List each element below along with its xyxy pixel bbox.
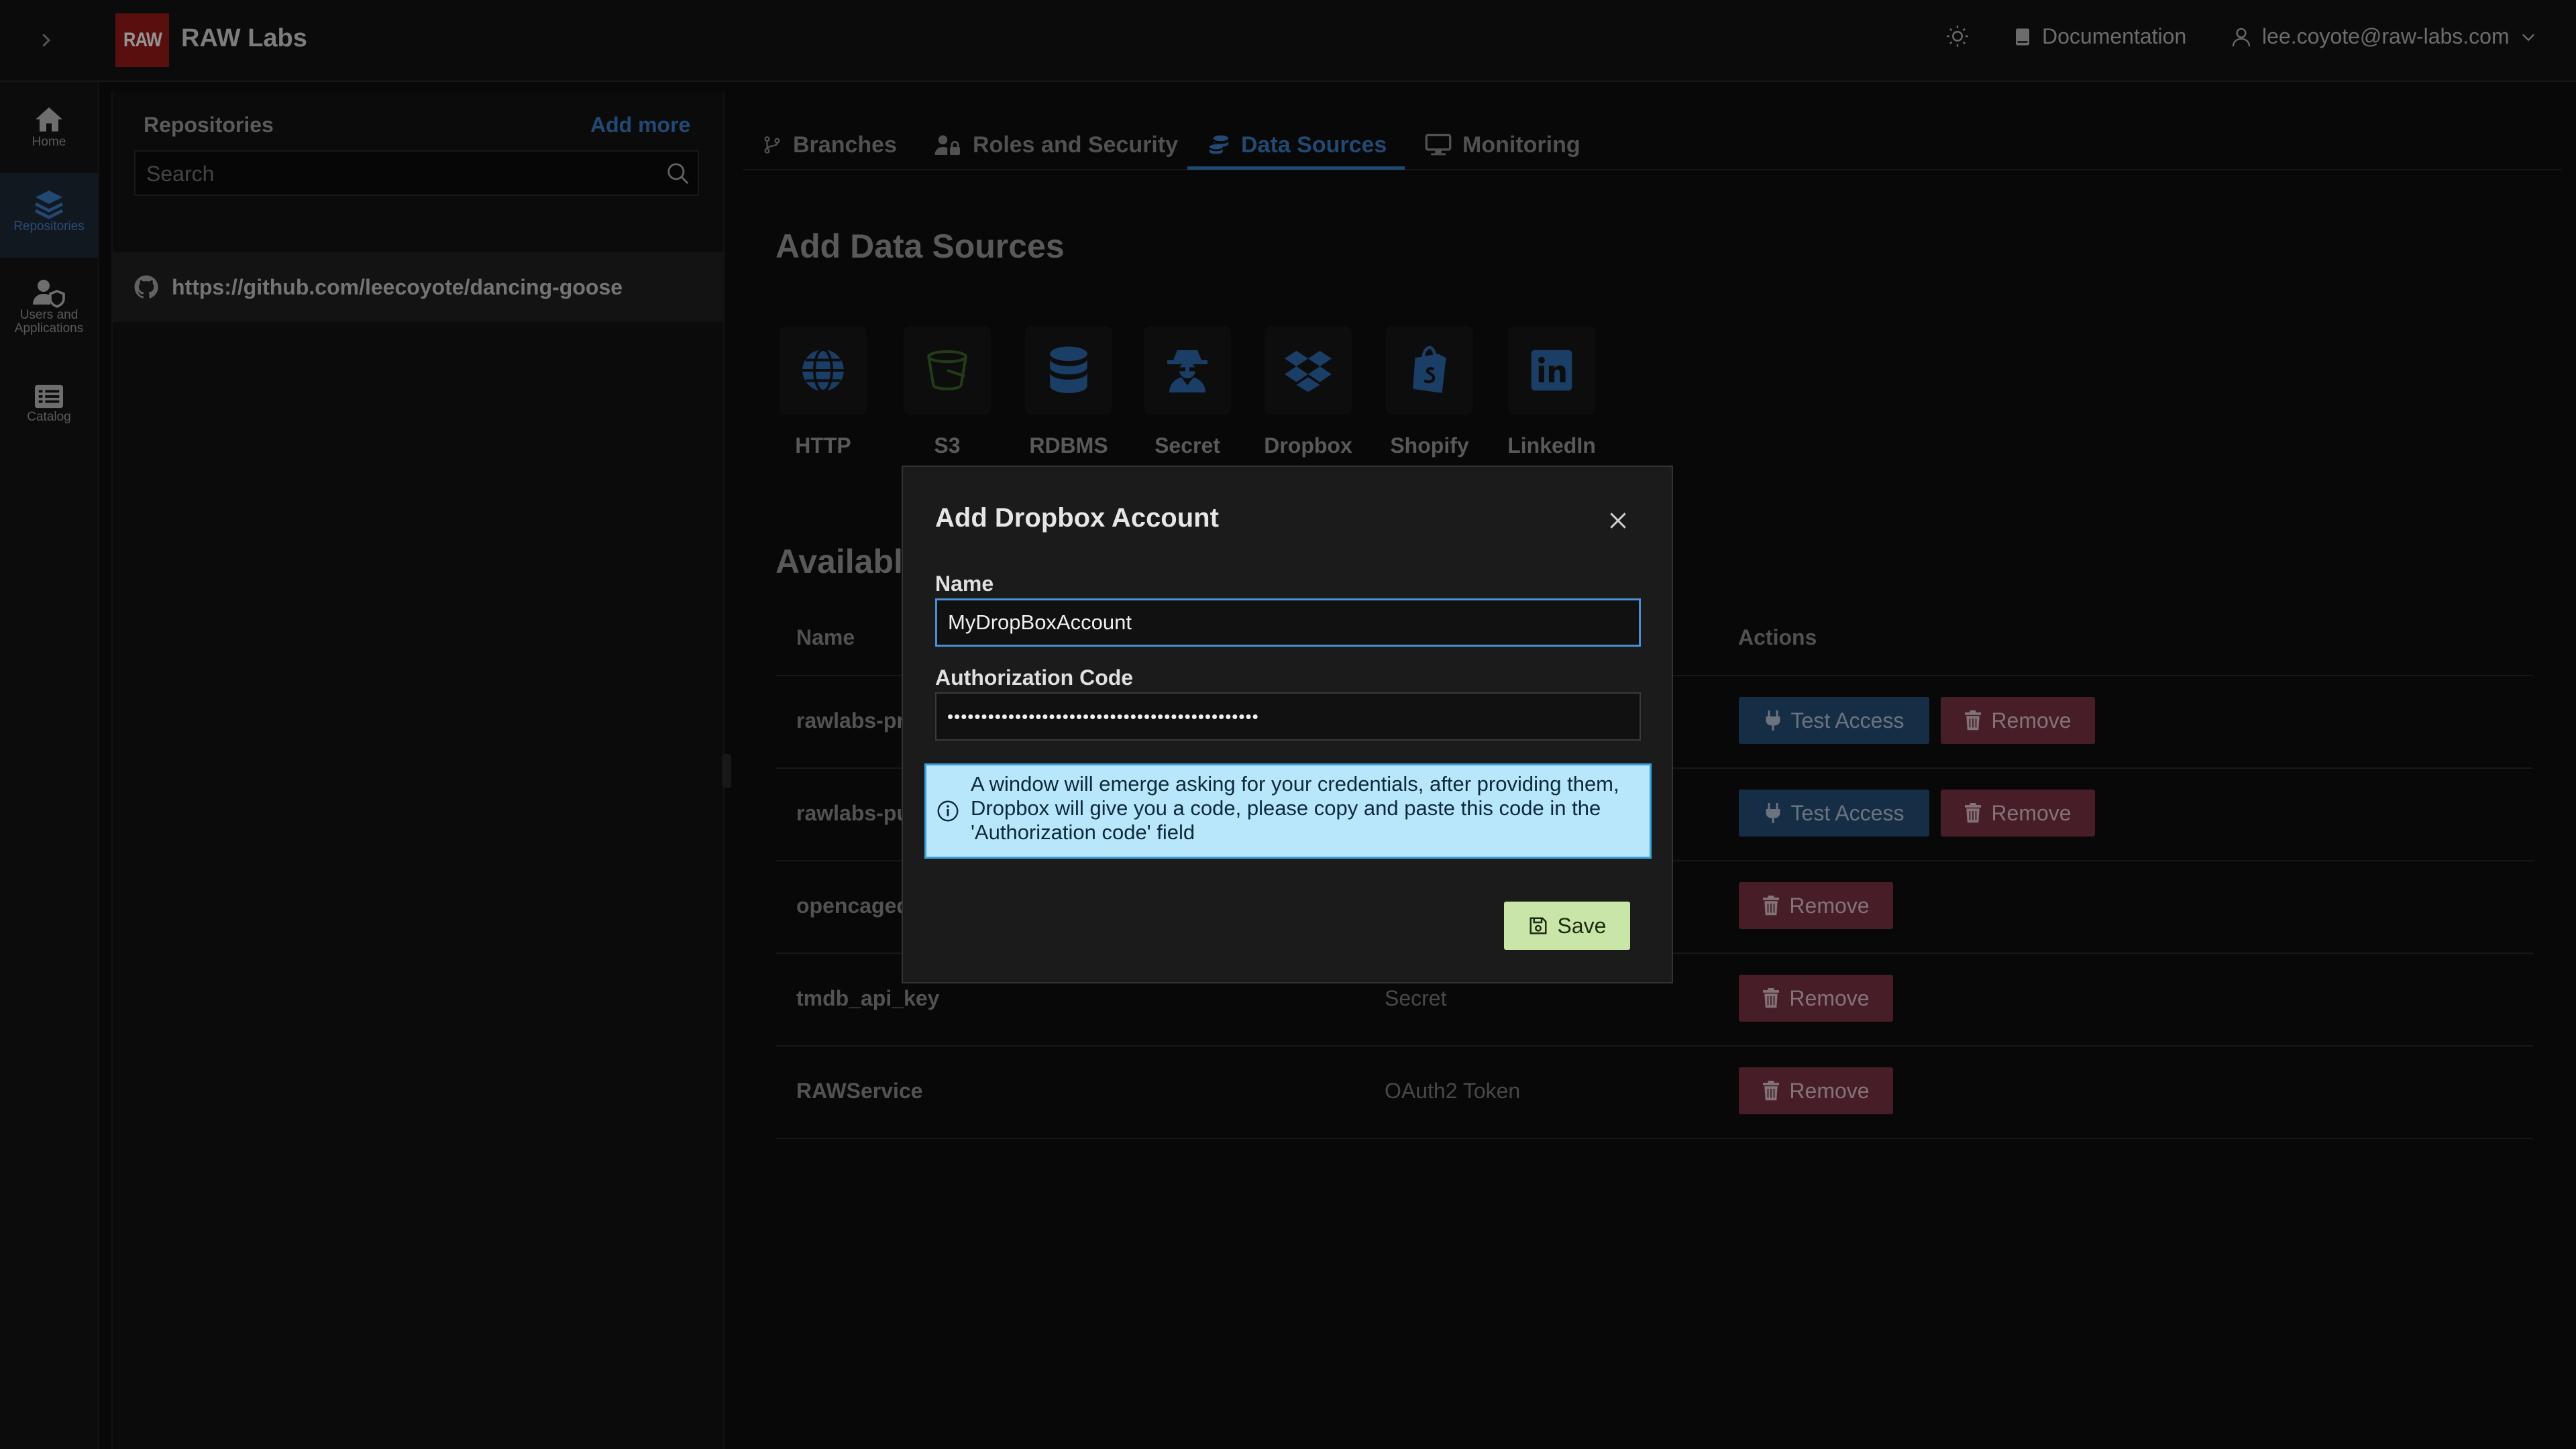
name-field[interactable] [935, 598, 1641, 647]
name-label: Name [935, 572, 994, 596]
info-alert: A window will emerge asking for your cre… [924, 763, 1652, 859]
info-icon [937, 800, 959, 822]
close-icon [1610, 513, 1626, 529]
save-button[interactable]: Save [1504, 902, 1630, 950]
add-dropbox-dialog: Add Dropbox Account Name Authorization C… [902, 466, 1673, 983]
dialog-title: Add Dropbox Account [935, 503, 1219, 533]
close-button[interactable] [1602, 504, 1634, 537]
floppy-icon [1529, 917, 1547, 934]
info-text: A window will emerge asking for your cre… [971, 772, 1619, 844]
save-label: Save [1557, 913, 1607, 938]
authorization-code-field[interactable] [935, 692, 1641, 741]
authorization-code-label: Authorization Code [935, 665, 1134, 690]
